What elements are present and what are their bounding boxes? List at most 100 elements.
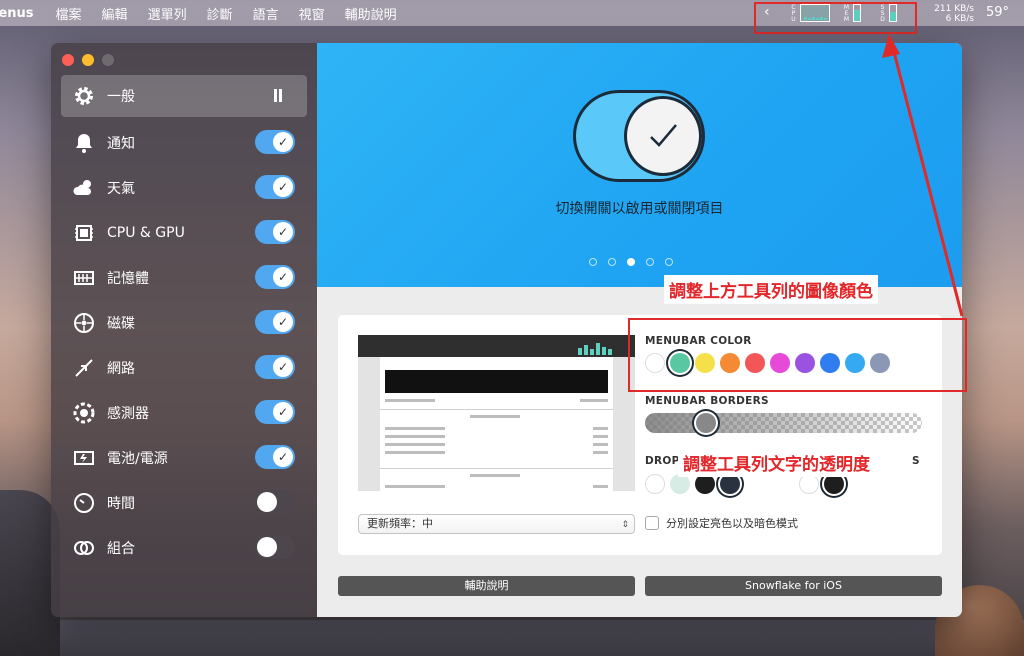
temperature-readout[interactable]: 59° bbox=[986, 5, 1009, 20]
sidebar-item-memory[interactable]: 記憶體 ✓ bbox=[61, 255, 307, 300]
menubar-preview bbox=[358, 335, 635, 491]
bell-icon bbox=[71, 130, 97, 156]
drop-label-tail: S bbox=[912, 455, 920, 467]
sidebar-item-combine[interactable]: 組合 bbox=[61, 525, 307, 570]
battery-toggle[interactable]: ✓ bbox=[255, 445, 295, 469]
drop-swatch-black[interactable] bbox=[695, 474, 715, 494]
sidebar-item-battery[interactable]: 電池/電源 ✓ bbox=[61, 435, 307, 480]
sidebar-item-label: 天氣 bbox=[107, 180, 135, 197]
text-swatch-white[interactable] bbox=[799, 474, 819, 494]
menu-diagnostics[interactable]: 診斷 bbox=[207, 4, 233, 23]
preview-page bbox=[380, 357, 613, 491]
checkmark-icon bbox=[624, 96, 702, 176]
chip-icon bbox=[71, 220, 97, 246]
drop-swatch-white[interactable] bbox=[645, 474, 665, 494]
annotation-tray-highlight bbox=[754, 2, 917, 34]
checkmark-icon: ✓ bbox=[273, 132, 293, 152]
app-menu[interactable]: lenus bbox=[0, 6, 34, 21]
battery-icon bbox=[71, 445, 97, 471]
drop-swatch-mint[interactable] bbox=[670, 474, 690, 494]
menu-menubar[interactable]: 選單列 bbox=[148, 4, 187, 23]
checkmark-icon: ✓ bbox=[273, 222, 293, 242]
network-arrows-icon bbox=[71, 355, 97, 381]
menubar-borders-label: MENUBAR BORDERS bbox=[645, 395, 769, 407]
time-toggle[interactable] bbox=[255, 490, 295, 514]
sidebar-item-label: 磁碟 bbox=[107, 315, 135, 332]
checkmark-icon: ✓ bbox=[273, 177, 293, 197]
menu-file[interactable]: 檔案 bbox=[56, 4, 82, 23]
sidebar-item-label: 通知 bbox=[107, 135, 135, 152]
sidebar-item-cpu-gpu[interactable]: CPU & GPU ✓ bbox=[61, 210, 307, 255]
page-dot[interactable] bbox=[646, 258, 654, 266]
onboarding-hero: 切換開關以啟用或關閉項目 bbox=[317, 43, 962, 287]
sidebar-nav: 一般 通知 ✓ 天氣 ✓ CPU & GPU ✓ 記憶體 ✓ 磁碟 ✓ 網路 ✓… bbox=[61, 75, 307, 570]
weather-toggle[interactable]: ✓ bbox=[255, 175, 295, 199]
annotation-icon-color: 調整上方工具列的圖像顏色 bbox=[664, 275, 878, 304]
drop-label: DROP bbox=[645, 455, 680, 467]
menu-language[interactable]: 語言 bbox=[253, 4, 279, 23]
snowflake-ios-button[interactable]: Snowflake for iOS bbox=[645, 576, 942, 596]
disk-toggle[interactable]: ✓ bbox=[255, 310, 295, 334]
page-dot[interactable] bbox=[608, 258, 616, 266]
annotation-color-highlight bbox=[628, 318, 967, 392]
text-color-swatches bbox=[799, 474, 844, 494]
menu-help[interactable]: 輔助說明 bbox=[345, 4, 397, 23]
sidebar-item-notifications[interactable]: 通知 ✓ bbox=[61, 120, 307, 165]
sidebar-item-sensors[interactable]: 感測器 ✓ bbox=[61, 390, 307, 435]
page-dot[interactable] bbox=[589, 258, 597, 266]
minimize-window-button[interactable] bbox=[82, 54, 94, 66]
drop-swatch-navy[interactable] bbox=[720, 474, 740, 494]
sidebar-item-label: 組合 bbox=[107, 540, 135, 557]
annotation-text-opacity: 調整工具列文字的透明度 bbox=[678, 448, 875, 477]
sidebar-item-weather[interactable]: 天氣 ✓ bbox=[61, 165, 307, 210]
sidebar-item-label: 感測器 bbox=[107, 405, 149, 422]
checkmark-icon: ✓ bbox=[273, 267, 293, 287]
sidebar-item-label: 電池/電源 bbox=[107, 450, 168, 467]
sidebar: 一般 通知 ✓ 天氣 ✓ CPU & GPU ✓ 記憶體 ✓ 磁碟 ✓ 網路 ✓… bbox=[51, 43, 317, 617]
combine-toggle[interactable] bbox=[255, 535, 295, 559]
drop-shadow-swatches bbox=[645, 474, 740, 494]
menubar-borders-slider[interactable] bbox=[645, 413, 922, 433]
chevron-updown-icon: ⇕ bbox=[621, 520, 629, 530]
pause-icon[interactable] bbox=[273, 89, 283, 102]
network-toggle[interactable]: ✓ bbox=[255, 355, 295, 379]
disk-icon bbox=[71, 310, 97, 336]
menu-edit[interactable]: 編輯 bbox=[102, 4, 128, 23]
sidebar-item-network[interactable]: 網路 ✓ bbox=[61, 345, 307, 390]
separate-modes-label: 分別設定亮色以及暗色模式 bbox=[666, 517, 798, 530]
separate-modes-checkbox[interactable] bbox=[645, 516, 659, 530]
close-window-button[interactable] bbox=[62, 54, 74, 66]
page-dot-current[interactable] bbox=[627, 258, 635, 266]
sensor-icon bbox=[71, 400, 97, 426]
sidebar-item-label: 網路 bbox=[107, 360, 135, 377]
sidebar-item-time[interactable]: 時間 bbox=[61, 480, 307, 525]
text-swatch-black[interactable] bbox=[824, 474, 844, 494]
refresh-rate-select[interactable]: 更新頻率：中 ⇕ bbox=[358, 514, 635, 534]
hero-caption: 切換開關以啟用或關閉項目 bbox=[555, 201, 724, 217]
sensors-toggle[interactable]: ✓ bbox=[255, 400, 295, 424]
menu-window[interactable]: 視窗 bbox=[299, 4, 325, 23]
help-button[interactable]: 輔助說明 bbox=[338, 576, 635, 596]
notifications-toggle[interactable]: ✓ bbox=[255, 130, 295, 154]
cpu-gpu-toggle[interactable]: ✓ bbox=[255, 220, 295, 244]
wallpaper-sea bbox=[0, 620, 1024, 656]
checkmark-icon: ✓ bbox=[273, 402, 293, 422]
checkmark-icon: ✓ bbox=[273, 312, 293, 332]
sidebar-item-label: CPU & GPU bbox=[107, 224, 185, 241]
cloud-sun-icon bbox=[71, 175, 97, 201]
clock-icon bbox=[71, 490, 97, 516]
zoom-window-button[interactable] bbox=[102, 54, 114, 66]
memory-toggle[interactable]: ✓ bbox=[255, 265, 295, 289]
memory-icon bbox=[71, 265, 97, 291]
checkmark-icon: ✓ bbox=[273, 447, 293, 467]
hero-toggle-illustration bbox=[573, 90, 705, 182]
preview-menubar bbox=[358, 335, 635, 357]
sidebar-item-label: 一般 bbox=[107, 89, 135, 105]
page-indicator bbox=[589, 258, 673, 266]
sidebar-item-disk[interactable]: 磁碟 ✓ bbox=[61, 300, 307, 345]
sidebar-item-general[interactable]: 一般 bbox=[61, 75, 307, 117]
combine-icon bbox=[71, 535, 97, 561]
page-dot[interactable] bbox=[665, 258, 673, 266]
network-speed[interactable]: 211 KB/s 6 KB/s bbox=[928, 4, 974, 24]
checkmark-icon: ✓ bbox=[273, 357, 293, 377]
